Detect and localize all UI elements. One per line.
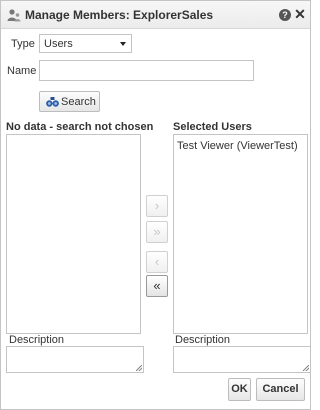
selected-description-field[interactable] [173,346,311,373]
available-description-field[interactable] [6,346,144,373]
type-label: Type [11,38,35,50]
binoculars-icon [46,97,59,107]
name-label: Name [7,65,37,77]
available-description-label: Description [9,334,65,346]
move-left-button[interactable]: ‹ [146,251,168,273]
cancel-button[interactable]: Cancel [256,378,305,401]
selected-description-label: Description [175,334,231,346]
search-button[interactable]: Search [39,91,100,112]
close-icon[interactable]: ✕ [294,7,306,21]
resize-grip-icon[interactable] [136,365,142,371]
selected-list-heading: Selected Users [173,121,252,133]
manage-members-dialog: Manage Members: ExplorerSales ? ✕ Type U… [0,0,311,410]
members-icon [7,9,21,22]
available-list-heading: No data - search not chosen [6,121,154,133]
type-select-value: Users [44,38,73,50]
search-button-label: Search [61,96,96,108]
move-all-right-button[interactable]: » [146,221,168,243]
dialog-title: Manage Members: ExplorerSales [25,8,214,22]
available-list[interactable] [6,134,141,334]
selected-list-item[interactable]: Test Viewer (ViewerTest) [177,140,298,152]
move-right-button[interactable]: › [146,195,168,217]
type-select[interactable]: Users [39,34,132,53]
name-input[interactable] [39,60,254,81]
ok-button[interactable]: OK [228,378,251,401]
resize-grip-icon[interactable] [303,365,309,371]
dropdown-arrow-icon [120,42,126,46]
selected-list[interactable]: Test Viewer (ViewerTest) [173,134,308,334]
help-icon[interactable]: ? [279,9,291,21]
move-all-left-button[interactable]: « [146,275,168,297]
dialog-titlebar[interactable]: Manage Members: ExplorerSales ? ✕ [1,1,310,29]
